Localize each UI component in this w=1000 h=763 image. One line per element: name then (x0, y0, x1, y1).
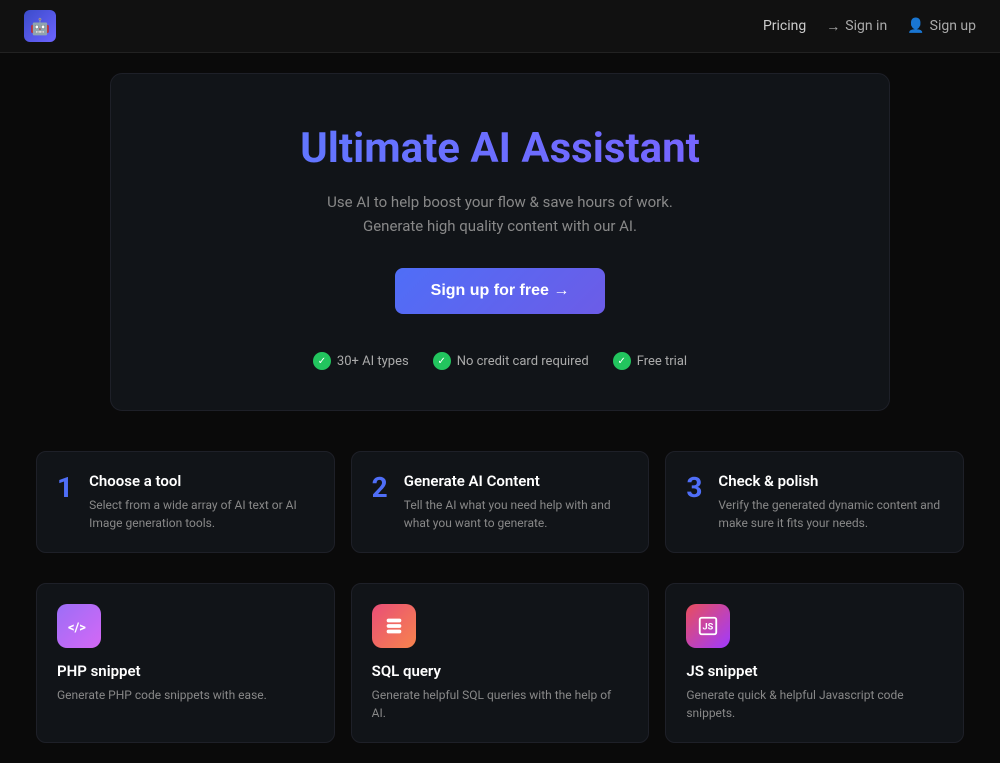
tool-desc-sql: Generate helpful SQL queries with the he… (372, 686, 629, 722)
logo: 🤖 (24, 10, 56, 42)
step-desc-3: Verify the generated dynamic content and… (718, 496, 943, 532)
step-card-3: 3 Check & polish Verify the generated dy… (665, 451, 964, 553)
sql-icon (372, 604, 416, 648)
step-card-1: 1 Choose a tool Select from a wide array… (36, 451, 335, 553)
tool-title-php: PHP snippet (57, 662, 314, 680)
tool-desc-js: Generate quick & helpful Javascript code… (686, 686, 943, 722)
tool-title-js: JS snippet (686, 662, 943, 680)
steps-section: 1 Choose a tool Select from a wide array… (12, 431, 988, 573)
step-card-2: 2 Generate AI Content Tell the AI what y… (351, 451, 650, 553)
svg-text:</>: </> (68, 621, 86, 636)
step-title-1: Choose a tool (89, 472, 314, 490)
hero-section: Ultimate AI Assistant Use AI to help boo… (110, 73, 890, 411)
main-content: Ultimate AI Assistant Use AI to help boo… (0, 73, 1000, 763)
php-icon: </> (57, 604, 101, 648)
badge-ai-types: ✓ 30+ AI types (313, 352, 409, 370)
tool-card-php: </> PHP snippet Generate PHP code snippe… (36, 583, 335, 743)
check-icon-3: ✓ (613, 352, 631, 370)
tool-desc-php: Generate PHP code snippets with ease. (57, 686, 314, 704)
trust-badges: ✓ 30+ AI types ✓ No credit card required… (151, 352, 849, 370)
step-number-2: 2 (372, 474, 388, 502)
step-title-3: Check & polish (718, 472, 943, 490)
step-content-3: Check & polish Verify the generated dyna… (718, 472, 943, 532)
step-number-3: 3 (686, 474, 702, 502)
tool-card-sql: SQL query Generate helpful SQL queries w… (351, 583, 650, 743)
step-content-2: Generate AI Content Tell the AI what you… (404, 472, 629, 532)
pricing-link[interactable]: Pricing (763, 18, 806, 34)
tool-card-js: JS JS snippet Generate quick & helpful J… (665, 583, 964, 743)
step-desc-2: Tell the AI what you need help with and … (404, 496, 629, 532)
hero-title: Ultimate AI Assistant (151, 124, 849, 174)
cta-button[interactable]: Sign up for free → (395, 268, 606, 314)
badge-no-credit: ✓ No credit card required (433, 352, 589, 370)
signin-link[interactable]: → Sign in (826, 18, 887, 35)
js-icon: JS (686, 604, 730, 648)
badge-free-trial: ✓ Free trial (613, 352, 687, 370)
check-icon-2: ✓ (433, 352, 451, 370)
step-desc-1: Select from a wide array of AI text or A… (89, 496, 314, 532)
svg-text:JS: JS (703, 623, 714, 633)
check-icon-1: ✓ (313, 352, 331, 370)
signin-icon: → (826, 18, 840, 35)
tool-title-sql: SQL query (372, 662, 629, 680)
tools-section: </> PHP snippet Generate PHP code snippe… (12, 573, 988, 763)
step-number-1: 1 (57, 474, 73, 502)
signup-link[interactable]: 👤 Sign up (907, 18, 976, 34)
step-content-1: Choose a tool Select from a wide array o… (89, 472, 314, 532)
nav-links: Pricing → Sign in 👤 Sign up (763, 18, 976, 35)
step-title-2: Generate AI Content (404, 472, 629, 490)
signup-icon: 👤 (907, 18, 924, 34)
navbar: 🤖 Pricing → Sign in 👤 Sign up (0, 0, 1000, 53)
hero-subtitle: Use AI to help boost your flow & save ho… (300, 190, 700, 238)
logo-icon: 🤖 (24, 10, 56, 42)
